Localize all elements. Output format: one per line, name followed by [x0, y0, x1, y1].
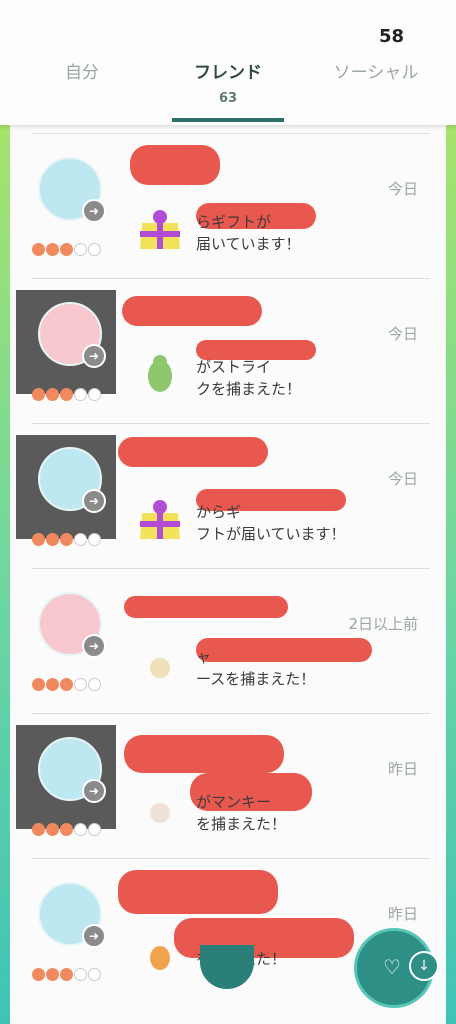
avatar[interactable]: ➜	[16, 145, 116, 256]
friendship-hearts	[32, 386, 102, 405]
tab-label: ソーシャル	[333, 63, 419, 83]
friendship-hearts	[32, 821, 102, 840]
activity-message: ャ ースを捕まえた！	[196, 648, 316, 688]
top-bar: 58 自分 フレンド 63 ソーシャル	[0, 0, 456, 125]
avatar[interactable]: ➜	[16, 870, 116, 981]
activity-time: 昨日	[387, 760, 418, 778]
divider	[32, 713, 430, 714]
redaction	[130, 145, 220, 185]
divider	[32, 568, 430, 569]
friend-row[interactable]: ➜ 昨日 がマンキー を捕まえた！	[10, 713, 446, 858]
redaction	[122, 296, 262, 326]
friend-count: 63	[218, 91, 238, 106]
friendship-hearts	[32, 241, 102, 260]
avatar[interactable]: ➜	[16, 290, 116, 401]
arrow-right-icon: ➜	[82, 924, 106, 948]
arrow-right-icon: ➜	[82, 344, 106, 368]
friend-actions-button[interactable]: ♡ ↓	[354, 928, 439, 1008]
redaction	[124, 735, 284, 773]
friend-row[interactable]: ➜ 2日以上前 ャ ースを捕まえた！	[10, 568, 446, 713]
activity-time: 今日	[387, 180, 418, 198]
meowth-icon	[136, 638, 184, 690]
redaction	[118, 870, 278, 914]
friendship-hearts	[32, 676, 102, 695]
gift-icon	[136, 203, 184, 255]
mankey-icon	[136, 783, 184, 835]
activity-message: がストライ クを捕まえた！	[196, 358, 302, 398]
friend-row[interactable]: ➜ 今日 がストライ クを捕まえた！	[10, 278, 446, 423]
arrow-right-icon: ➜	[82, 779, 106, 803]
friendship-hearts	[32, 531, 102, 550]
friend-list[interactable]: ➜ 今日 らギフトが 届いています！ ➜ 今日 がストライ クを捕まえた！ ➜ …	[10, 125, 446, 1024]
tab-label: フレンド	[194, 63, 262, 83]
active-tab-indicator	[172, 118, 284, 122]
avatar[interactable]: ➜	[16, 725, 116, 836]
gift-icon	[136, 493, 184, 545]
activity-time: 今日	[387, 325, 418, 343]
divider	[32, 423, 430, 424]
activity-message: らギフトが 届いています！	[196, 213, 301, 253]
friend-row[interactable]: ➜ 今日 からギ フトが届いています！	[10, 423, 446, 568]
tab-friends[interactable]: フレンド 63	[152, 58, 304, 106]
arrow-right-icon: ➜	[82, 634, 106, 658]
redaction	[118, 437, 268, 467]
tab-social[interactable]: ソーシャル	[300, 58, 452, 83]
activity-time: 昨日	[387, 905, 418, 923]
friendship-hearts	[32, 966, 102, 985]
divider	[32, 858, 430, 859]
avatar[interactable]: ➜	[16, 435, 116, 546]
activity-message: がマンキー を捕まえた！	[196, 793, 287, 833]
friend-row[interactable]: ➜ 今日 らギフトが 届いています！	[10, 133, 446, 278]
activity-time: 2日以上前	[348, 615, 418, 633]
scyther-icon	[136, 348, 184, 400]
activity-message: からギ フトが届いています！	[196, 503, 346, 543]
divider	[32, 133, 430, 134]
arrow-right-icon: ➜	[82, 489, 106, 513]
arrow-down-icon[interactable]: ↓	[409, 951, 439, 981]
arrow-right-icon: ➜	[82, 199, 106, 223]
tab-self[interactable]: 自分	[6, 58, 158, 83]
avatar[interactable]: ➜	[16, 580, 116, 691]
status-number: 58	[378, 26, 404, 47]
divider	[32, 278, 430, 279]
redaction	[124, 596, 288, 618]
tab-label: 自分	[65, 63, 99, 83]
heart-icon: ♡	[383, 955, 401, 979]
activity-time: 今日	[387, 470, 418, 488]
